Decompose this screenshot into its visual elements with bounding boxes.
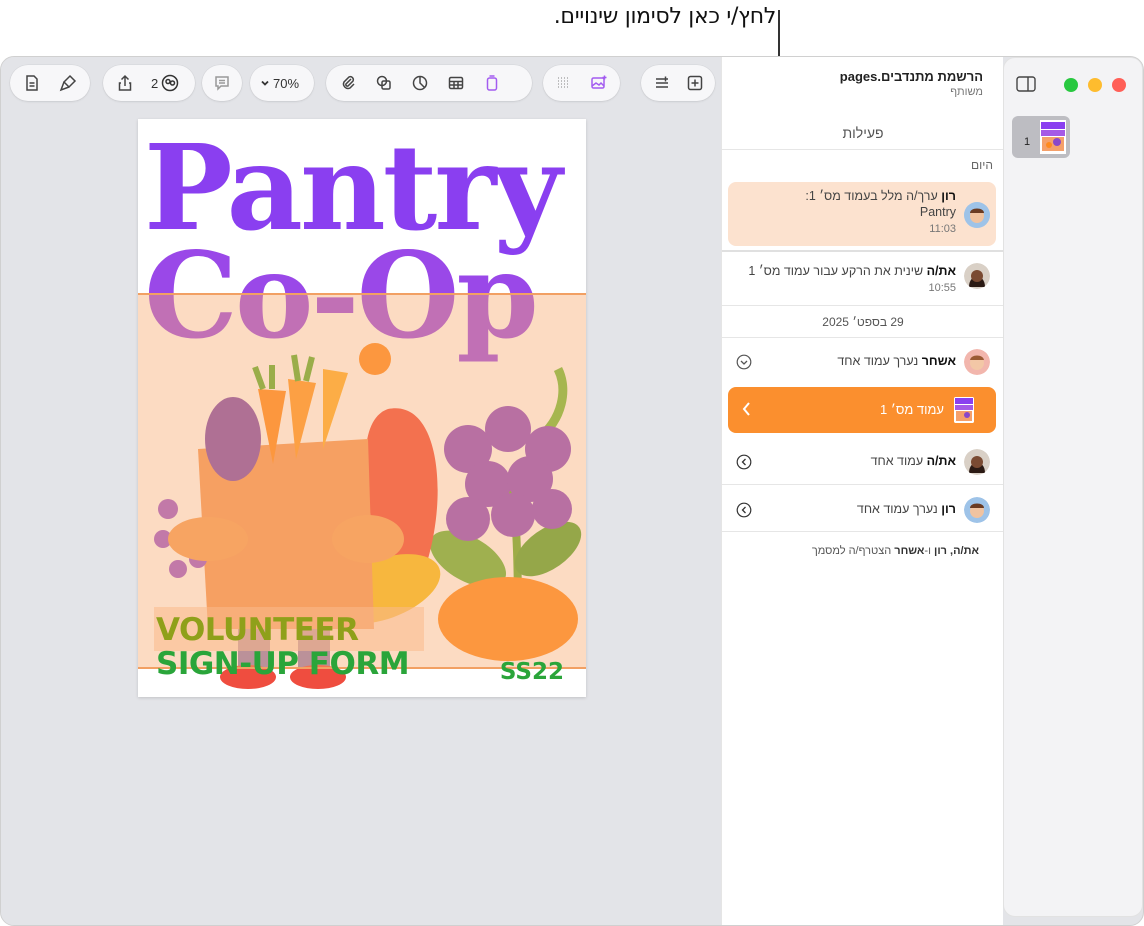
collaborators-count: 2	[151, 75, 159, 91]
collaborators-joined-note: את/ה, רון ו-אשחר הצטרף/ה למסמך	[812, 545, 979, 557]
user-name: את/ה	[926, 454, 956, 468]
chevron-down-circle-icon[interactable]	[736, 354, 752, 370]
page-thumbnail-number: 1	[1024, 136, 1031, 148]
avatar-ron	[964, 202, 990, 228]
text-add-icon[interactable]	[647, 69, 676, 97]
collaborators-button[interactable]: 2	[145, 74, 185, 92]
chart-icon[interactable]	[404, 69, 436, 97]
comment-icon[interactable]	[206, 69, 238, 97]
divider	[722, 484, 1004, 485]
entry-time: 10:55	[928, 282, 956, 294]
activity-entry-text: אשחר נערך עמוד אחד	[746, 353, 956, 369]
entry-action: עמוד אחד	[870, 454, 924, 468]
divider	[722, 337, 1004, 338]
entry-detail: Pantry	[919, 205, 956, 219]
joined-last-name: אשחר	[894, 545, 925, 557]
entry-action: ערך/ה מלל בעמוד מס׳ 1:	[805, 189, 938, 203]
joined-suffix: הצטרף/ה למסמך	[811, 545, 892, 557]
document-page[interactable]: Pantry Co-Op VOLUNTEER SIGN-UP FORM SS22	[138, 119, 586, 697]
date-divider: 29 בספט׳ 2025	[822, 315, 904, 329]
divider	[722, 305, 1004, 306]
activity-entry-text: את/ה שינית את הרקע עבור עמוד מס׳ 1 10:55	[746, 263, 956, 296]
table-icon[interactable]	[440, 69, 472, 97]
zoom-dropdown[interactable]: 70%	[254, 76, 305, 91]
minimize-window-button[interactable]	[1088, 78, 1102, 92]
activity-entry-ron-edit[interactable]: רון ערך/ה מלל בעמוד מס׳ 1: Pantry 11:03	[728, 182, 996, 246]
date-today: היום	[971, 158, 993, 172]
joined-conjunction: ו-	[924, 545, 931, 557]
poster-subtitle-line1[interactable]: VOLUNTEER	[156, 615, 359, 646]
page-change-row[interactable]: עמוד מס׳ 1	[728, 387, 996, 433]
user-name: אשחר	[921, 354, 956, 368]
image-playground-icon[interactable]	[584, 69, 615, 97]
activity-entry-asher[interactable]: אשחר נערך עמוד אחד	[728, 345, 996, 379]
chevron-left-circle-icon[interactable]	[736, 502, 752, 518]
toolbar-group-media	[543, 65, 620, 101]
avatar-you	[964, 449, 990, 475]
sidebar-toggle-icon[interactable]	[1016, 76, 1036, 92]
toolbar-group-share: 2	[103, 65, 195, 101]
user-name: רון	[941, 502, 956, 516]
user-name: רון	[941, 189, 956, 203]
app-window: 2 70% Pantry Co-Op VOLUNTEER SIGN-UP FOR…	[0, 56, 1144, 926]
joined-names: את/ה, רון	[934, 545, 979, 557]
collaborators-icon	[161, 74, 179, 92]
callout-text: לחץ/י כאן לסימון שינויים.	[553, 4, 777, 29]
activity-entry-you-page[interactable]: את/ה עמוד אחד	[728, 445, 996, 485]
page-thumbnail	[954, 397, 974, 423]
close-window-button[interactable]	[1112, 78, 1126, 92]
activity-entry-ron-page[interactable]: רון נערך עמוד אחד	[728, 493, 996, 533]
entry-action: נערך עמוד אחד	[837, 354, 919, 368]
activity-entry-text: רון ערך/ה מלל בעמוד מס׳ 1: Pantry 11:03	[746, 188, 956, 237]
entry-time: 11:03	[929, 223, 956, 235]
user-name: את/ה	[926, 264, 956, 278]
tab-activity[interactable]: פעילות	[722, 125, 1004, 141]
shape-icon[interactable]	[368, 69, 400, 97]
share-icon[interactable]	[109, 69, 141, 97]
avatar-ron	[964, 497, 990, 523]
toolbar-group-zoom: 70%	[250, 65, 314, 101]
add-page-icon[interactable]	[680, 69, 709, 97]
page-thumbnail-image	[1040, 120, 1066, 154]
toolbar-group-comment	[202, 65, 242, 101]
document-title: הרשמת מתנדבים.pages	[839, 69, 983, 84]
divider	[722, 149, 1004, 150]
grid-dots-icon[interactable]	[549, 69, 580, 97]
chevron-left-icon[interactable]	[740, 400, 754, 418]
activity-entry-you-background[interactable]: את/ה שינית את הרקע עבור עמוד מס׳ 1 10:55	[728, 259, 996, 303]
entry-action: שינית את הרקע עבור עמוד מס׳ 1	[748, 264, 924, 278]
toolbar-group-add	[641, 65, 715, 101]
page-sidebar: 1	[1003, 57, 1143, 917]
text-box-icon[interactable]	[476, 69, 508, 97]
avatar-asher	[964, 349, 990, 375]
activity-entry-text: רון נערך עמוד אחד	[746, 501, 956, 517]
activity-entry-text: את/ה עמוד אחד	[746, 453, 956, 469]
poster-code[interactable]: SS22	[500, 659, 564, 685]
zoom-level: 70%	[273, 75, 300, 91]
entry-action: נערך עמוד אחד	[856, 502, 938, 516]
divider	[722, 531, 1004, 532]
document-canvas[interactable]: 2 70% Pantry Co-Op VOLUNTEER SIGN-UP FOR…	[1, 57, 721, 925]
attachment-icon[interactable]	[332, 69, 364, 97]
activity-panel: הרשמת מתנדבים.pages משותף פעילות היום רו…	[721, 57, 1004, 925]
divider	[722, 250, 1004, 252]
toolbar-group-insert	[326, 65, 532, 101]
page-change-label: עמוד מס׳ 1	[880, 402, 944, 417]
chevron-down-icon	[261, 80, 269, 86]
toolbar-group-format	[10, 65, 90, 101]
format-brush-icon[interactable]	[52, 69, 84, 97]
avatar-you	[964, 263, 990, 289]
chevron-left-circle-icon[interactable]	[736, 454, 752, 470]
poster-subtitle-line2[interactable]: SIGN-UP FORM	[156, 649, 410, 680]
zoom-window-button[interactable]	[1064, 78, 1078, 92]
document-subtitle: משותף	[950, 86, 983, 98]
document-icon[interactable]	[16, 69, 48, 97]
